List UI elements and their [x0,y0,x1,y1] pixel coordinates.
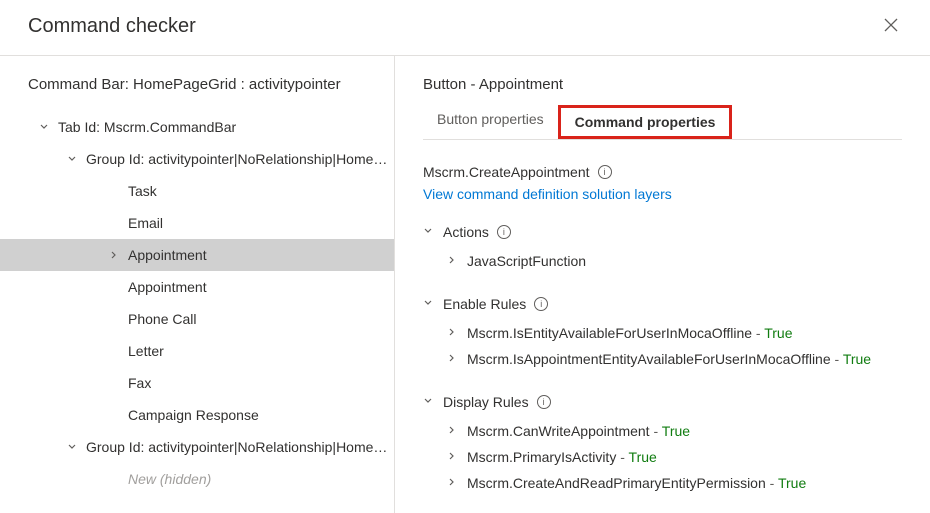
section-item[interactable]: Mscrm.CreateAndReadPrimaryEntityPermissi… [423,470,902,496]
section-item[interactable]: Mscrm.PrimaryIsActivity - True [423,444,902,470]
rule-text: Mscrm.CreateAndReadPrimaryEntityPermissi… [467,475,806,491]
tree-label: New (hidden) [128,471,211,487]
chevron-right-icon[interactable] [447,451,459,464]
left-panel: Command Bar: HomePageGrid : activitypoin… [0,56,395,513]
section-actions: Actions i JavaScriptFunction [423,224,902,274]
chevron-right-icon[interactable] [447,327,459,340]
rule-value: True [662,423,690,439]
content-area: Command Bar: HomePageGrid : activitypoin… [0,56,930,513]
tree-label: Phone Call [128,311,197,327]
info-icon[interactable]: i [497,225,511,239]
tree-row[interactable]: Task [0,175,394,207]
section-item[interactable]: Mscrm.IsAppointmentEntityAvailableForUse… [423,346,902,372]
chevron-down-icon[interactable] [38,121,50,133]
tree-row[interactable]: Email [0,207,394,239]
tree-row[interactable]: Letter [0,335,394,367]
tree-label: Group Id: activitypointer|NoRelationship… [86,151,394,167]
tab-command-properties[interactable]: Command properties [558,105,733,139]
section-item[interactable]: JavaScriptFunction [423,248,902,274]
tree-row[interactable]: New (hidden) [0,463,394,495]
chevron-right-icon[interactable] [108,249,120,261]
rule-name: Mscrm.CreateAndReadPrimaryEntityPermissi… [467,475,766,491]
tree-label: Appointment [128,247,207,263]
chevron-down-icon[interactable] [66,441,78,453]
rule-value: True [778,475,806,491]
section-enable_rules: Enable Rules i Mscrm.IsEntityAvailableForU… [423,296,902,372]
dialog-title: Command checker [28,15,196,38]
right-panel-title: Button - Appointment [423,76,902,93]
tree-row[interactable]: Fax [0,367,394,399]
tree-label: Email [128,215,163,231]
chevron-right-icon[interactable] [447,353,459,366]
tree-row[interactable] [0,495,394,513]
section-header[interactable]: Actions i [423,224,902,240]
tree-label: Fax [128,375,151,391]
rule-text: Mscrm.CanWriteAppointment - True [467,423,690,439]
section-item[interactable]: Mscrm.CanWriteAppointment - True [423,418,902,444]
tree-label: Tab Id: Mscrm.CommandBar [58,119,236,135]
tab-button-properties[interactable]: Button properties [423,105,558,139]
view-layers-link[interactable]: View command definition solution layers [423,186,902,202]
rule-value: True [629,449,657,465]
section-item[interactable]: Mscrm.IsEntityAvailableForUserInMocaOffl… [423,320,902,346]
section-header[interactable]: Display Rules i [423,394,902,410]
tree-row[interactable]: Campaign Response [0,399,394,431]
command-name-row: Mscrm.CreateAppointment i [423,164,902,180]
right-panel: Button - Appointment Button properties C… [395,56,930,513]
tree-label: Appointment [128,279,207,295]
rule-name: Mscrm.PrimaryIsActivity [467,449,616,465]
tree-row[interactable]: Appointment [0,239,394,271]
rule-text: Mscrm.PrimaryIsActivity - True [467,449,657,465]
section-display_rules: Display Rules i Mscrm.CanWriteAppointment … [423,394,902,496]
chevron-down-icon [423,298,435,311]
section-label: Actions [443,224,489,240]
chevron-down-icon [423,396,435,409]
command-tree: Tab Id: Mscrm.CommandBar Group Id: activi… [0,111,394,513]
rule-name: Mscrm.CanWriteAppointment [467,423,650,439]
chevron-right-icon[interactable] [447,425,459,438]
tree-row[interactable]: Group Id: activitypointer|NoRelationship… [0,143,394,175]
rule-name: Mscrm.IsEntityAvailableForUserInMocaOffl… [467,325,752,341]
tree-label: Letter [128,343,164,359]
tree-label: Campaign Response [128,407,259,423]
detail-tabs: Button properties Command properties [423,105,902,140]
rule-name: Mscrm.IsAppointmentEntityAvailableForUse… [467,351,831,367]
info-icon[interactable]: i [537,395,551,409]
close-button[interactable] [880,12,902,41]
tree-row[interactable]: Group Id: activitypointer|NoRelationship… [0,431,394,463]
tree-label: Group Id: activitypointer|NoRelationship… [86,439,394,455]
rule-value: True [843,351,871,367]
section-label: Enable Rules [443,296,526,312]
section-label: Display Rules [443,394,529,410]
rule-text: Mscrm.IsAppointmentEntityAvailableForUse… [467,351,871,367]
dialog-header: Command checker [0,0,930,56]
tree-row[interactable]: Tab Id: Mscrm.CommandBar [0,111,394,143]
info-icon[interactable]: i [534,297,548,311]
info-icon[interactable]: i [598,165,612,179]
rule-value: True [764,325,792,341]
chevron-right-icon[interactable] [447,477,459,490]
tree-row[interactable]: Phone Call [0,303,394,335]
tree-label: Task [128,183,157,199]
rule-name: JavaScriptFunction [467,253,586,269]
command-name: Mscrm.CreateAppointment [423,164,590,180]
section-header[interactable]: Enable Rules i [423,296,902,312]
rule-text: Mscrm.IsEntityAvailableForUserInMocaOffl… [467,325,793,341]
chevron-right-icon[interactable] [447,255,459,268]
left-panel-title: Command Bar: HomePageGrid : activitypoin… [0,76,394,111]
chevron-down-icon[interactable] [66,153,78,165]
chevron-down-icon [423,226,435,239]
tree-row[interactable]: Appointment [0,271,394,303]
